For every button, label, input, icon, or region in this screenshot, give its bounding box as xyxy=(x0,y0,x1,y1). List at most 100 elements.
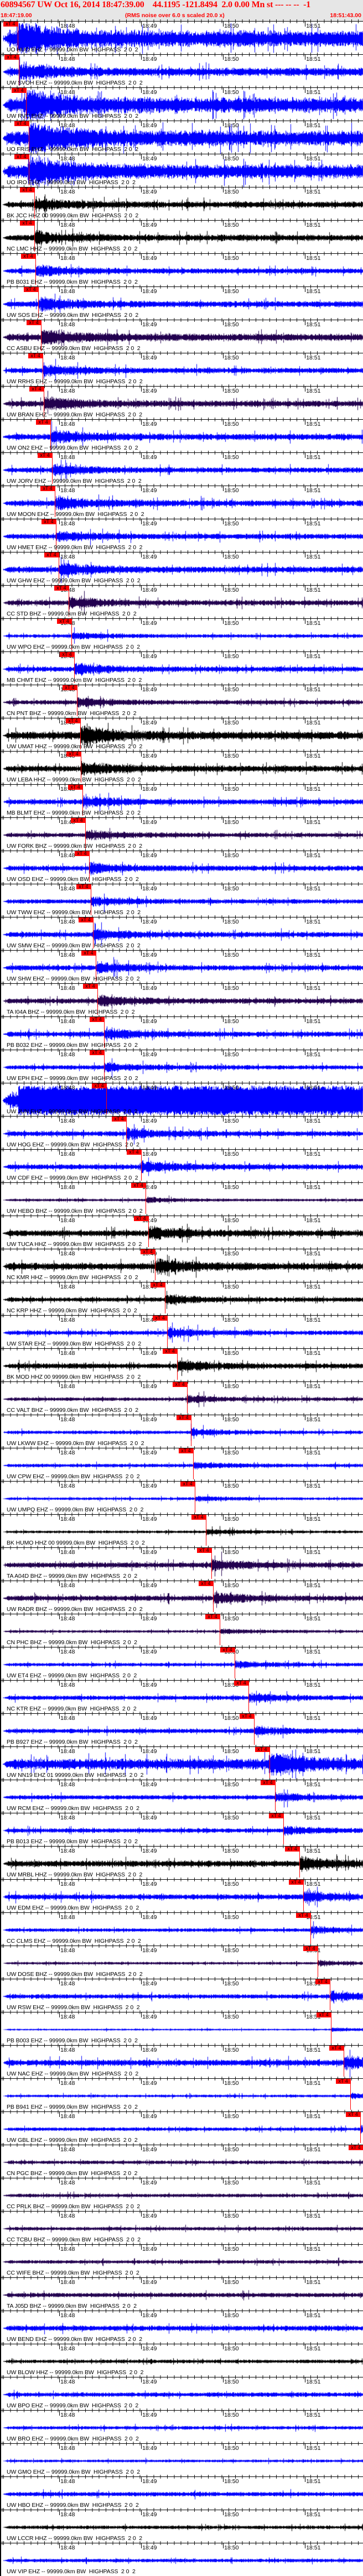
minute-tick xyxy=(59,1813,60,1818)
minute-label: 18:49 xyxy=(142,1084,157,1091)
minute-label: 18:48 xyxy=(60,255,75,262)
minute-tick xyxy=(141,519,142,524)
minute-label: 18:50 xyxy=(224,1582,239,1589)
minute-label: 18:49 xyxy=(142,1118,157,1124)
minute-tick xyxy=(59,54,60,60)
trace-row: 18:4818:4918:5018:51xT 4MB CHMT EHZ -- 9… xyxy=(0,650,363,685)
minute-label: 18:51 xyxy=(306,89,321,96)
minute-tick xyxy=(141,950,142,956)
minute-label: 18:49 xyxy=(142,554,157,560)
trace-row: 18:48 18:49 18:50 18:51 xT 4 PB B941 EHZ -- 9… xyxy=(0,2077,363,2111)
minute-tick xyxy=(223,253,224,259)
minute-label: 18:50 xyxy=(224,952,239,958)
minute-tick xyxy=(59,2078,60,2084)
minute-tick xyxy=(59,87,60,93)
minute-tick xyxy=(59,1547,60,1553)
trace-row: 18:48 18:49 18:50 18:51 CC TCBU BHZ -- 99999… xyxy=(0,2209,363,2244)
minute-tick xyxy=(223,1216,224,1221)
trace-row: 18:48 18:49 18:50 18:51 xT 4 UW MOON EHZ -- 9… xyxy=(0,484,363,519)
minute-label: 18:50 xyxy=(224,1980,239,1987)
minute-label: 18:51 xyxy=(306,2511,321,2518)
trace-row: 18:48 18:49 18:50 18:51 xT 4 NC KRP HHZ -- 99… xyxy=(0,1280,363,1315)
minute-tick xyxy=(223,2377,224,2382)
minute-label: 18:48 xyxy=(60,554,75,560)
minute-tick xyxy=(223,1448,224,1453)
minute-label: 18:51 xyxy=(306,1649,321,1655)
minute-tick xyxy=(141,1813,142,1818)
minute-label: 18:49 xyxy=(142,1881,157,1887)
minute-tick xyxy=(223,1846,224,1852)
trace-row: 18:48 18:49 18:50 18:51 xT 4 BK MOD HHZ 00 99… xyxy=(0,1347,363,1381)
minute-label: 18:48 xyxy=(60,1416,75,1423)
minute-label: 18:49 xyxy=(142,1151,157,1157)
minute-tick xyxy=(223,751,224,757)
minute-tick xyxy=(59,253,60,259)
minute-label: 18:51 xyxy=(306,222,321,228)
minute-label: 18:50 xyxy=(224,2014,239,2020)
trace-row: 18:48 18:49 18:50 18:51 xT 4 PB B003 EHZ -- 9… xyxy=(0,2010,363,2045)
minute-tick xyxy=(59,154,60,159)
minute-tick xyxy=(223,1083,224,1088)
minute-tick xyxy=(59,2277,60,2283)
pick-marker: xT 4 xyxy=(131,1183,146,1188)
minute-label: 18:51 xyxy=(306,1848,321,1854)
minute-label: 18:49 xyxy=(142,155,157,162)
minute-label: 18:48 xyxy=(60,952,75,958)
minute-label: 18:51 xyxy=(306,1118,321,1124)
trace-row: 18:48 18:49 18:50 18:51 CC WIFE BHZ -- 99999… xyxy=(0,2243,363,2277)
minute-tick xyxy=(59,2443,60,2449)
minute-tick xyxy=(141,1581,142,1586)
trace-row: 18:48 18:49 18:50 18:51 xT 4 TA A04D BHZ -- 9… xyxy=(0,1546,363,1581)
minute-label: 18:48 xyxy=(60,520,75,527)
trace-row: 18:48 18:49 18:50 18:51 UW HBO EHZ -- 99999.… xyxy=(0,2475,363,2510)
minute-label: 18:50 xyxy=(224,1051,239,1058)
minute-tick xyxy=(141,21,142,27)
minute-tick xyxy=(141,1912,142,1918)
minute-tick xyxy=(141,2045,142,2051)
minute-tick xyxy=(59,1713,60,1719)
minute-tick xyxy=(223,286,224,292)
minute-label: 18:50 xyxy=(224,2345,239,2352)
minute-label: 18:50 xyxy=(224,1881,239,1887)
minute-tick xyxy=(141,618,142,624)
minute-label: 18:48 xyxy=(60,2014,75,2020)
trace-row: 18:4818:4918:5018:51xT 4UW LEBA HHZ -- 9… xyxy=(0,749,363,784)
minute-tick xyxy=(223,320,224,325)
minute-label: 18:51 xyxy=(306,1814,321,1821)
minute-label: 18:49 xyxy=(142,2014,157,2020)
minute-label: 18:50 xyxy=(224,122,239,129)
trace-row: 18:48 18:49 18:50 18:51 xT 4 UW EPH EHZ -- 99… xyxy=(0,1048,363,1083)
minute-tick xyxy=(223,1381,224,1387)
pick-marker: xT 4 xyxy=(151,1282,165,1287)
minute-label: 18:51 xyxy=(306,155,321,162)
minute-label: 18:49 xyxy=(142,1715,157,1722)
pick-marker: xT 4 xyxy=(196,1548,211,1553)
pick-marker: xT 4 xyxy=(288,1880,303,1885)
trace-row: 18:48 18:49 18:50 18:51 xT 4 UW FORK BHZ -- 9… xyxy=(0,816,363,851)
trace-row: 18:48 18:49 18:50 18:51 xT 4 UW ON2 EHZ -- 99… xyxy=(0,418,363,452)
minute-label: 18:50 xyxy=(224,2080,239,2087)
minute-label: 18:48 xyxy=(60,1848,75,1854)
minute-label: 18:51 xyxy=(306,1018,321,1025)
minute-label: 18:49 xyxy=(142,421,157,427)
minute-tick xyxy=(223,1016,224,1022)
minute-tick xyxy=(59,121,60,126)
pick-marker: xT 4 xyxy=(90,1017,105,1022)
minute-label: 18:48 xyxy=(60,2047,75,2053)
minute-tick xyxy=(141,2410,142,2416)
trace-row: 18:48 18:49 18:50 18:51 xT 4 UW CPW EHZ -- 99… xyxy=(0,1446,363,1481)
minute-label: 18:48 xyxy=(60,487,75,494)
minute-label: 18:49 xyxy=(142,1449,157,1456)
minute-tick xyxy=(223,2476,224,2482)
minute-tick xyxy=(223,1780,224,1785)
minute-tick xyxy=(141,2111,142,2117)
pick-marker: xT 4 xyxy=(126,1150,141,1155)
minute-label: 18:48 xyxy=(60,1781,75,1788)
minute-label: 18:48 xyxy=(60,122,75,129)
pick-line xyxy=(148,1216,149,1247)
pick-marker: xT 4 xyxy=(29,387,44,392)
minute-tick xyxy=(223,220,224,226)
minute-tick xyxy=(141,154,142,159)
trace-row: 18:48 18:49 18:50 18:51 xT 4 UW STAR EHZ -- 9… xyxy=(0,1313,363,1348)
pick-marker: xT 4 xyxy=(205,1614,220,1619)
